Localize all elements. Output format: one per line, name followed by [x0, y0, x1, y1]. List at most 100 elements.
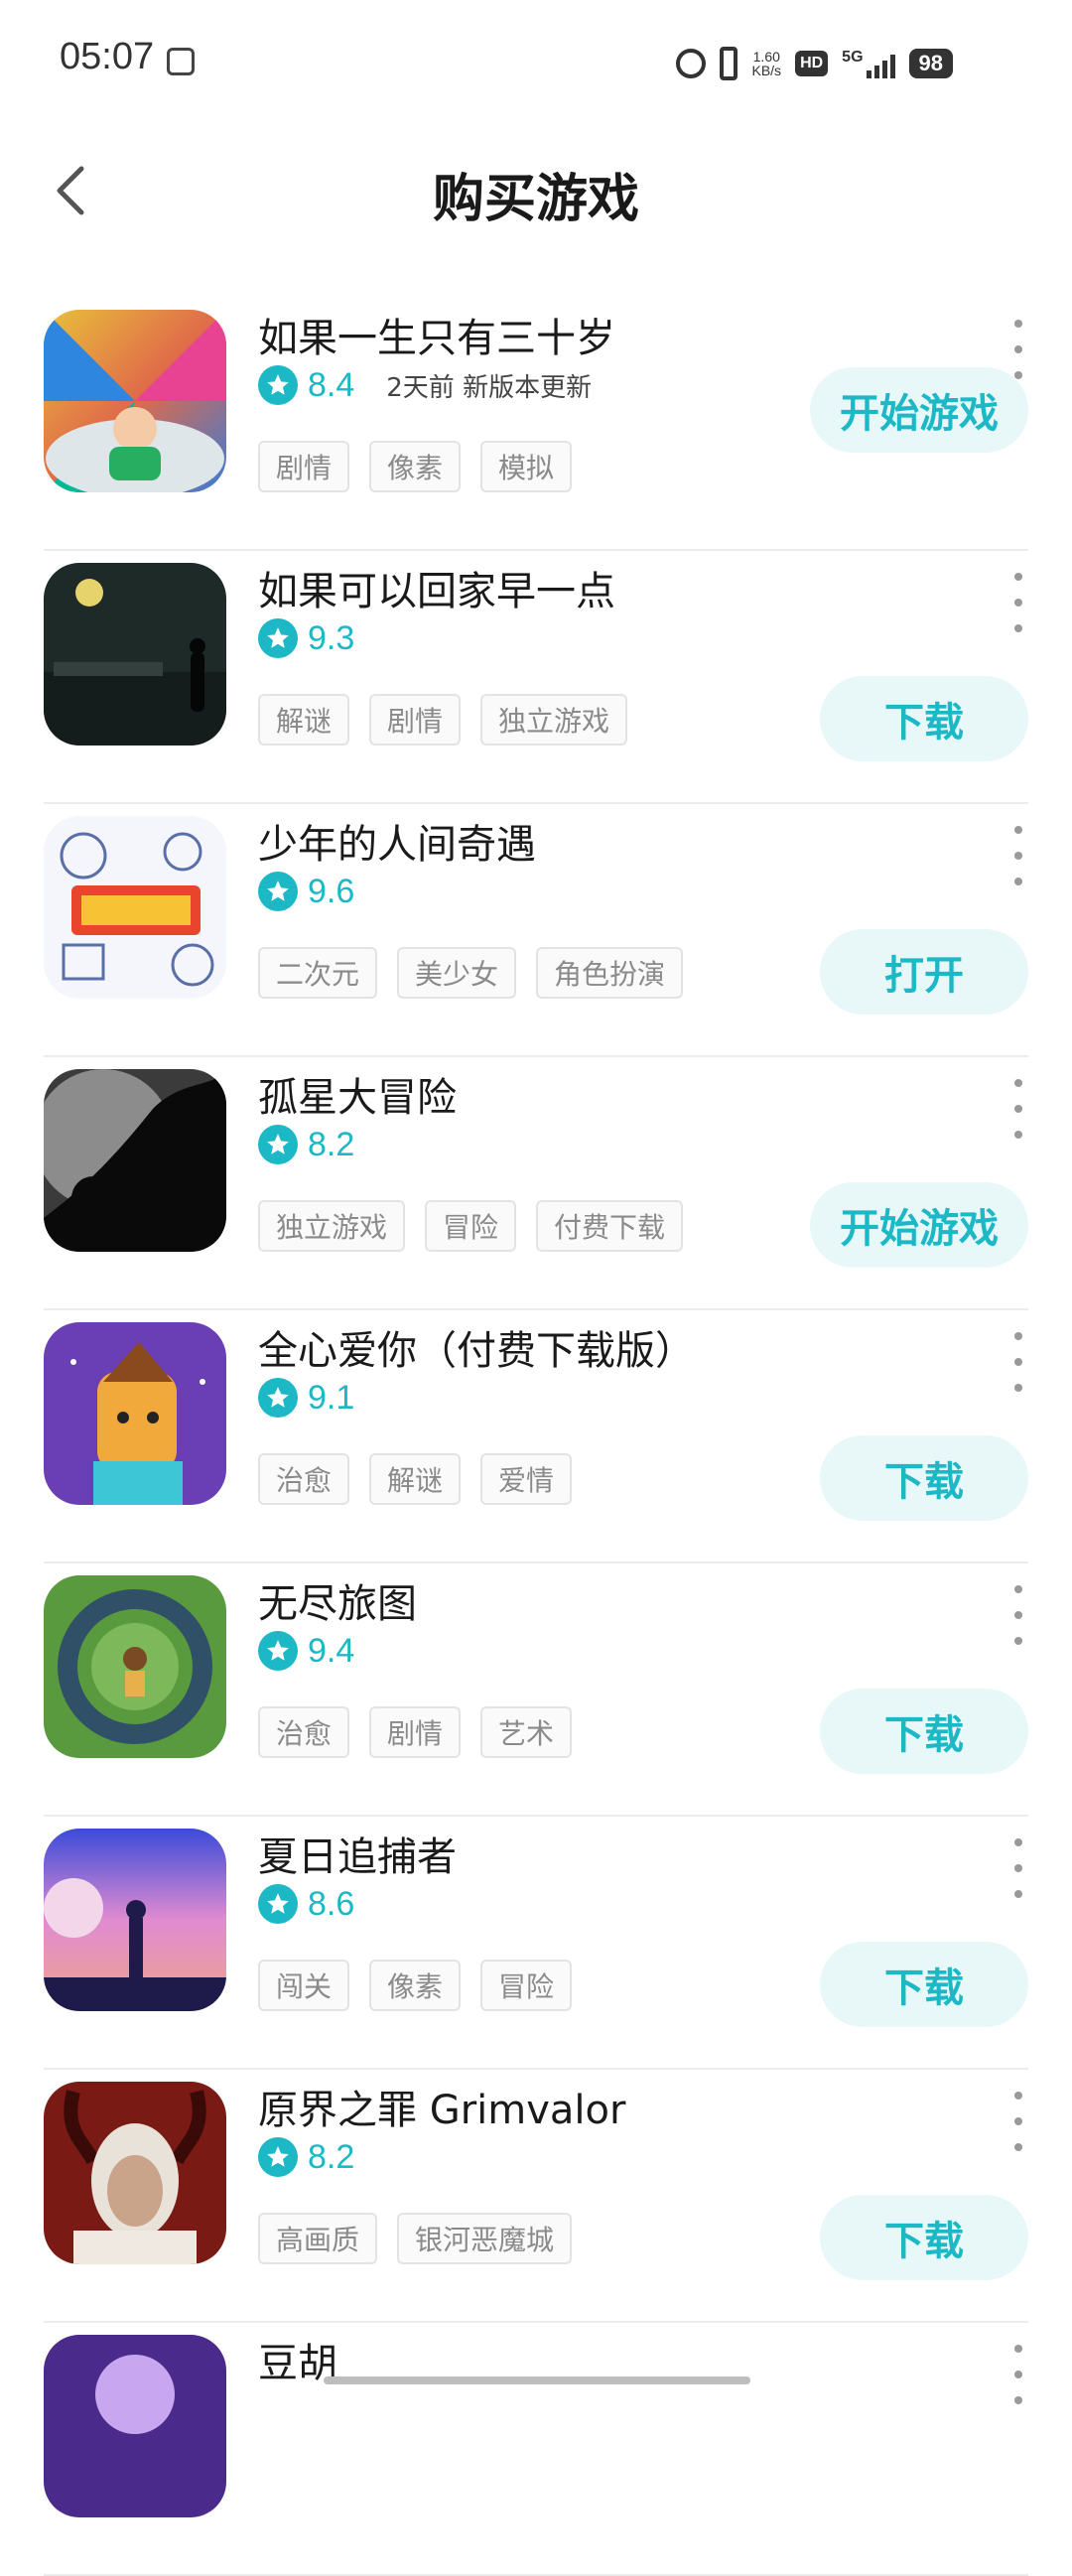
game-tag[interactable]: 艺术 — [480, 1706, 573, 1758]
tag-list: 闯关 像素 冒险 — [258, 1960, 573, 2011]
game-icon[interactable] — [44, 1322, 226, 1505]
game-tag[interactable]: 独立游戏 — [480, 694, 628, 746]
game-tag[interactable]: 角色扮演 — [536, 947, 684, 999]
game-row[interactable]: 孤星大冒险 8.2 独立游戏 冒险 付费下载 开始游戏 — [44, 1057, 1028, 1310]
game-action-button[interactable]: 下载 — [820, 1942, 1028, 2027]
game-rating: 8.2 — [308, 2137, 355, 2176]
game-tag[interactable]: 爱情 — [480, 1453, 573, 1505]
game-list: 如果一生只有三十岁 8.4 2天前 新版本更新 剧情 像素 模拟 开始游戏 如果可以回家早一点… — [0, 298, 1072, 2576]
game-action-button[interactable]: 打开 — [820, 929, 1028, 1015]
game-icon[interactable] — [44, 1069, 226, 1252]
game-icon[interactable] — [44, 1829, 226, 2011]
net-speed-unit: KB/s — [751, 63, 782, 78]
game-tag[interactable]: 冒险 — [425, 1200, 517, 1252]
home-indicator[interactable] — [324, 2376, 750, 2384]
game-row[interactable]: 少年的人间奇遇 9.6 二次元 美少女 角色扮演 打开 — [44, 804, 1028, 1057]
game-action-button[interactable]: 下载 — [820, 676, 1028, 761]
more-options-icon[interactable] — [1008, 1332, 1028, 1392]
more-options-icon[interactable] — [1008, 573, 1028, 632]
game-tag[interactable]: 二次元 — [258, 947, 378, 999]
game-name: 原界之罪 Grimvalor — [258, 2088, 626, 2133]
game-tag[interactable]: 独立游戏 — [258, 1200, 406, 1252]
game-row[interactable]: 无尽旅图 9.4 治愈 剧情 艺术 下载 — [44, 1563, 1028, 1817]
more-options-icon[interactable] — [1008, 1079, 1028, 1139]
game-tag[interactable]: 治愈 — [258, 1453, 350, 1505]
game-row[interactable]: 如果可以回家早一点 9.3 解谜 剧情 独立游戏 下载 — [44, 551, 1028, 804]
game-tag[interactable]: 冒险 — [480, 1960, 573, 2011]
game-tag[interactable]: 剧情 — [369, 1706, 462, 1758]
star-icon — [258, 618, 298, 658]
game-tag[interactable]: 银河恶魔城 — [397, 2213, 573, 2264]
rating-row: 9.6 — [258, 872, 354, 911]
rating-row: 8.2 — [258, 2137, 354, 2177]
game-tag[interactable]: 像素 — [369, 1960, 462, 2011]
tag-list: 剧情 像素 模拟 — [258, 441, 573, 492]
game-tag[interactable]: 解谜 — [369, 1453, 462, 1505]
net-speed: 1.60 KB/s — [751, 50, 781, 77]
star-icon — [258, 1884, 298, 1924]
game-tag[interactable]: 剧情 — [258, 441, 350, 492]
page-title: 购买游戏 — [432, 170, 639, 229]
game-rating: 9.1 — [308, 1378, 355, 1417]
star-icon — [258, 2137, 298, 2177]
tag-list: 治愈 解谜 爱情 — [258, 1453, 573, 1505]
update-note: 2天前 新版本更新 — [386, 372, 593, 403]
more-options-icon[interactable] — [1008, 826, 1028, 885]
status-icons: 1.60 KB/s HD 5G 98 — [676, 44, 953, 83]
game-action-button[interactable]: 下载 — [820, 1689, 1028, 1774]
star-icon — [258, 365, 298, 405]
game-action-button[interactable]: 开始游戏 — [810, 1182, 1028, 1268]
net-speed-value: 1.60 — [752, 49, 780, 65]
game-name: 无尽旅图 — [258, 1581, 417, 1627]
game-tag[interactable]: 美少女 — [397, 947, 517, 999]
game-row[interactable]: 夏日追捕者 8.6 闯关 像素 冒险 下载 — [44, 1817, 1028, 2070]
more-options-icon[interactable] — [1008, 1838, 1028, 1898]
rating-row: 8.4 2天前 新版本更新 — [258, 365, 592, 405]
game-name: 全心爱你（付费下载版） — [258, 1328, 695, 1374]
game-row[interactable]: 豆胡 — [44, 2323, 1028, 2576]
app-notification-icon — [167, 48, 195, 75]
tag-list: 高画质 银河恶魔城 — [258, 2213, 573, 2264]
star-icon — [258, 1631, 298, 1671]
rating-row: 9.4 — [258, 1631, 354, 1671]
game-name: 孤星大冒险 — [258, 1075, 457, 1121]
game-icon[interactable] — [44, 2335, 226, 2517]
game-tag[interactable]: 付费下载 — [536, 1200, 684, 1252]
game-tag[interactable]: 解谜 — [258, 694, 350, 746]
more-options-icon[interactable] — [1008, 2092, 1028, 2151]
game-tag[interactable]: 高画质 — [258, 2213, 378, 2264]
tag-list: 治愈 剧情 艺术 — [258, 1706, 573, 1758]
more-options-icon[interactable] — [1008, 320, 1028, 379]
game-tag[interactable]: 治愈 — [258, 1706, 350, 1758]
game-row[interactable]: 如果一生只有三十岁 8.4 2天前 新版本更新 剧情 像素 模拟 开始游戏 — [44, 298, 1028, 551]
game-row[interactable]: 原界之罪 Grimvalor 8.2 高画质 银河恶魔城 下载 — [44, 2070, 1028, 2323]
game-tag[interactable]: 剧情 — [369, 694, 462, 746]
vibrate-icon — [720, 47, 738, 80]
more-options-icon[interactable] — [1008, 1585, 1028, 1645]
signal-icon: 5G — [842, 49, 895, 78]
game-tag[interactable]: 闯关 — [258, 1960, 350, 2011]
game-rating: 9.6 — [308, 872, 355, 910]
game-rating: 8.4 — [308, 365, 355, 404]
rating-row: 8.2 — [258, 1125, 354, 1164]
game-icon[interactable] — [44, 1575, 226, 1758]
game-rating: 9.4 — [308, 1631, 355, 1670]
game-name: 夏日追捕者 — [258, 1834, 457, 1880]
game-icon[interactable] — [44, 816, 226, 999]
game-action-button[interactable]: 下载 — [820, 1435, 1028, 1521]
game-rating: 8.2 — [308, 1125, 355, 1163]
star-icon — [258, 1378, 298, 1418]
more-options-icon[interactable] — [1008, 2345, 1028, 2404]
game-action-button[interactable]: 开始游戏 — [810, 367, 1028, 453]
star-icon — [258, 1125, 298, 1164]
game-icon[interactable] — [44, 2082, 226, 2264]
game-icon[interactable] — [44, 310, 226, 492]
game-row[interactable]: 全心爱你（付费下载版） 9.1 治愈 解谜 爱情 下载 — [44, 1310, 1028, 1563]
star-icon — [258, 872, 298, 911]
game-action-button[interactable]: 下载 — [820, 2195, 1028, 2280]
tag-list: 二次元 美少女 角色扮演 — [258, 947, 684, 999]
game-icon[interactable] — [44, 563, 226, 746]
rating-row: 9.1 — [258, 1378, 354, 1418]
game-tag[interactable]: 模拟 — [480, 441, 573, 492]
game-tag[interactable]: 像素 — [369, 441, 462, 492]
